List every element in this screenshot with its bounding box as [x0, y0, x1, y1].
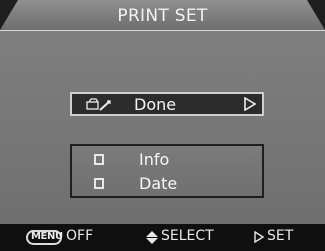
right-arrow-icon	[254, 231, 264, 243]
menu-button[interactable]: MENU	[26, 230, 63, 245]
screen-title: PRINT SET	[117, 6, 208, 26]
right-arrow-icon	[244, 97, 256, 111]
printer-icon	[86, 98, 111, 111]
done-label: Done	[134, 95, 177, 114]
menu-off-label: OFF	[66, 228, 94, 244]
info-option-label: Info	[139, 150, 170, 169]
set-label: SET	[267, 228, 294, 244]
done-menu-item[interactable]: Done	[70, 92, 264, 116]
print-set-screen: PRINT SET Done Info Date MENU OFF SELECT…	[0, 0, 325, 251]
up-down-arrow-icon	[146, 231, 158, 244]
checkbox-icon[interactable]	[94, 178, 104, 189]
menu-panel: Done Info Date	[0, 30, 325, 225]
bottom-help-bar: MENU OFF SELECT SET	[0, 224, 325, 251]
print-options-group: Info Date	[70, 144, 264, 198]
date-option-label: Date	[139, 174, 178, 193]
menu-button-label: MENU	[31, 231, 63, 242]
checkbox-icon[interactable]	[94, 154, 104, 165]
select-label: SELECT	[161, 228, 214, 244]
